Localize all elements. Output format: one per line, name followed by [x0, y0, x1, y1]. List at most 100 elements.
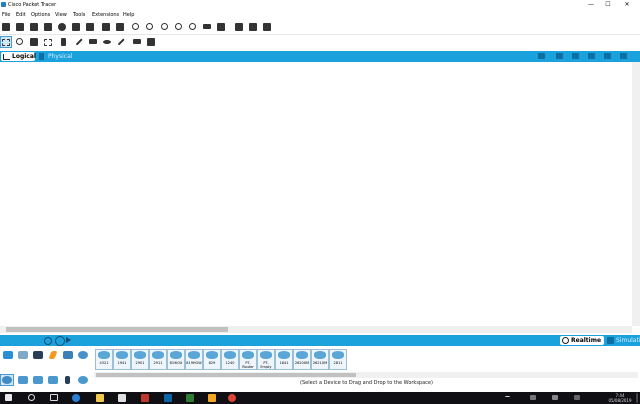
realtime-mode-button[interactable]: Realtime [560, 336, 604, 345]
device-item[interactable]: 1841 [275, 349, 293, 370]
delete-icon[interactable] [29, 37, 39, 47]
mail-icon[interactable] [164, 394, 172, 402]
redo-icon[interactable] [145, 22, 155, 32]
menu-edit[interactable]: Edit [16, 12, 26, 18]
search-icon[interactable] [28, 394, 35, 401]
close-button[interactable]: ✕ [620, 0, 634, 10]
viewport-icon[interactable] [620, 53, 627, 59]
taskbar-clock[interactable]: 7:44 05/08/2019 [606, 393, 634, 403]
play-icon[interactable] [66, 337, 71, 343]
end-devices-category-icon[interactable] [17, 350, 29, 360]
device-item[interactable]: 2811 [329, 349, 347, 370]
hubs-subcategory-icon[interactable] [32, 375, 44, 385]
new-file-icon[interactable] [1, 22, 11, 32]
file-explorer-icon[interactable] [96, 394, 104, 402]
start-icon[interactable] [5, 394, 12, 401]
draw-rectangle-icon[interactable] [88, 37, 98, 47]
device-list-scrollbar[interactable] [94, 372, 638, 378]
simulation-mode-button[interactable]: Simulation [606, 336, 640, 345]
root-icon[interactable] [556, 53, 563, 59]
screenshot-icon[interactable] [262, 22, 272, 32]
task-view-icon[interactable] [50, 394, 58, 401]
device-item[interactable]: 4321 [95, 349, 113, 370]
device-item[interactable]: 829 [203, 349, 221, 370]
miscellaneous-category-icon[interactable] [62, 350, 74, 360]
connections-category-icon[interactable] [47, 350, 59, 360]
save-icon[interactable] [29, 22, 39, 32]
multiuser-category-icon[interactable] [77, 350, 89, 360]
fast-forward-time-icon[interactable] [55, 336, 65, 346]
horizontal-scrollbar[interactable] [0, 326, 632, 333]
power-cycle-icon[interactable] [44, 337, 52, 345]
maximize-button[interactable]: ☐ [601, 0, 615, 10]
device-item[interactable]: 1240 [221, 349, 239, 370]
print-icon[interactable] [43, 22, 53, 32]
menu-help[interactable]: Help [123, 12, 134, 18]
device-item[interactable]: 2901 [131, 349, 149, 370]
tab-logical[interactable]: Logical [1, 52, 36, 61]
edge-icon[interactable] [72, 394, 80, 402]
network-info-icon[interactable] [71, 22, 81, 32]
vertical-scrollbar[interactable] [632, 62, 640, 326]
tab-physical[interactable]: Physical [37, 52, 107, 61]
inspect-icon[interactable] [15, 37, 25, 47]
pdu-list-icon[interactable] [234, 22, 244, 32]
device-item[interactable]: PT-Router [239, 349, 257, 370]
device-item[interactable]: 819HGW [185, 349, 203, 370]
zoom-in-icon[interactable] [160, 22, 170, 32]
set-tiled-background-icon[interactable] [604, 53, 611, 59]
device-item[interactable]: 819IOX [167, 349, 185, 370]
zoom-reset-icon[interactable] [174, 22, 184, 32]
minimize-button[interactable]: — [584, 0, 598, 10]
routers-subcategory-icon[interactable] [0, 374, 14, 386]
device-item[interactable]: 1941 [113, 349, 131, 370]
store-icon[interactable] [118, 394, 126, 402]
network-devices-category-icon[interactable] [2, 350, 14, 360]
tray-chevron-icon[interactable] [505, 396, 510, 400]
custom-device-icon[interactable] [85, 22, 95, 32]
wan-emulation-subcategory-icon[interactable] [77, 375, 89, 385]
menu-view[interactable]: View [55, 12, 67, 18]
show-desktop-button[interactable] [636, 393, 638, 403]
custom-devices-dialog-icon[interactable] [216, 22, 226, 32]
drawing-palette-icon[interactable] [202, 22, 212, 32]
device-item[interactable]: PT-Empty [257, 349, 275, 370]
view-icon[interactable] [248, 22, 258, 32]
device-item[interactable]: 2911 [149, 349, 167, 370]
menu-file[interactable]: File [2, 12, 10, 18]
device-item[interactable]: 2620XM [293, 349, 311, 370]
scrollbar-thumb[interactable] [6, 327, 228, 332]
keyboard-tray-icon[interactable] [574, 395, 580, 400]
components-category-icon[interactable] [32, 350, 44, 360]
folder-icon[interactable] [208, 394, 216, 402]
resize-shape-icon[interactable] [43, 37, 53, 47]
security-subcategory-icon[interactable] [62, 375, 74, 385]
switches-subcategory-icon[interactable] [17, 375, 29, 385]
open-folder-icon[interactable] [15, 22, 25, 32]
add-simple-pdu-icon[interactable] [132, 37, 142, 47]
new-cluster-icon[interactable] [572, 53, 579, 59]
chrome-icon[interactable] [228, 394, 236, 402]
undo-icon[interactable] [131, 22, 141, 32]
navigation-icon[interactable] [538, 53, 545, 59]
volume-tray-icon[interactable] [552, 395, 558, 400]
device-item[interactable]: 2621XM [311, 349, 329, 370]
menu-extensions[interactable]: Extensions [92, 12, 119, 18]
freeform-icon[interactable] [116, 37, 126, 47]
activity-wizard-icon[interactable] [57, 22, 67, 32]
zoom-out-icon[interactable] [188, 22, 198, 32]
packet-tracer-taskbar-icon[interactable] [186, 394, 194, 402]
menu-options[interactable]: Options [31, 12, 50, 18]
copy-icon[interactable] [101, 22, 111, 32]
select-icon[interactable] [0, 36, 12, 48]
mcafee-icon[interactable] [141, 394, 149, 402]
network-tray-icon[interactable] [530, 395, 536, 400]
draw-line-icon[interactable] [74, 37, 84, 47]
move-object-icon[interactable] [588, 53, 595, 59]
paste-icon[interactable] [115, 22, 125, 32]
scrollbar-thumb[interactable] [96, 373, 356, 377]
wireless-subcategory-icon[interactable] [47, 375, 59, 385]
place-note-icon[interactable] [60, 37, 70, 47]
menu-tools[interactable]: Tools [73, 12, 85, 18]
draw-ellipse-icon[interactable] [102, 37, 112, 47]
